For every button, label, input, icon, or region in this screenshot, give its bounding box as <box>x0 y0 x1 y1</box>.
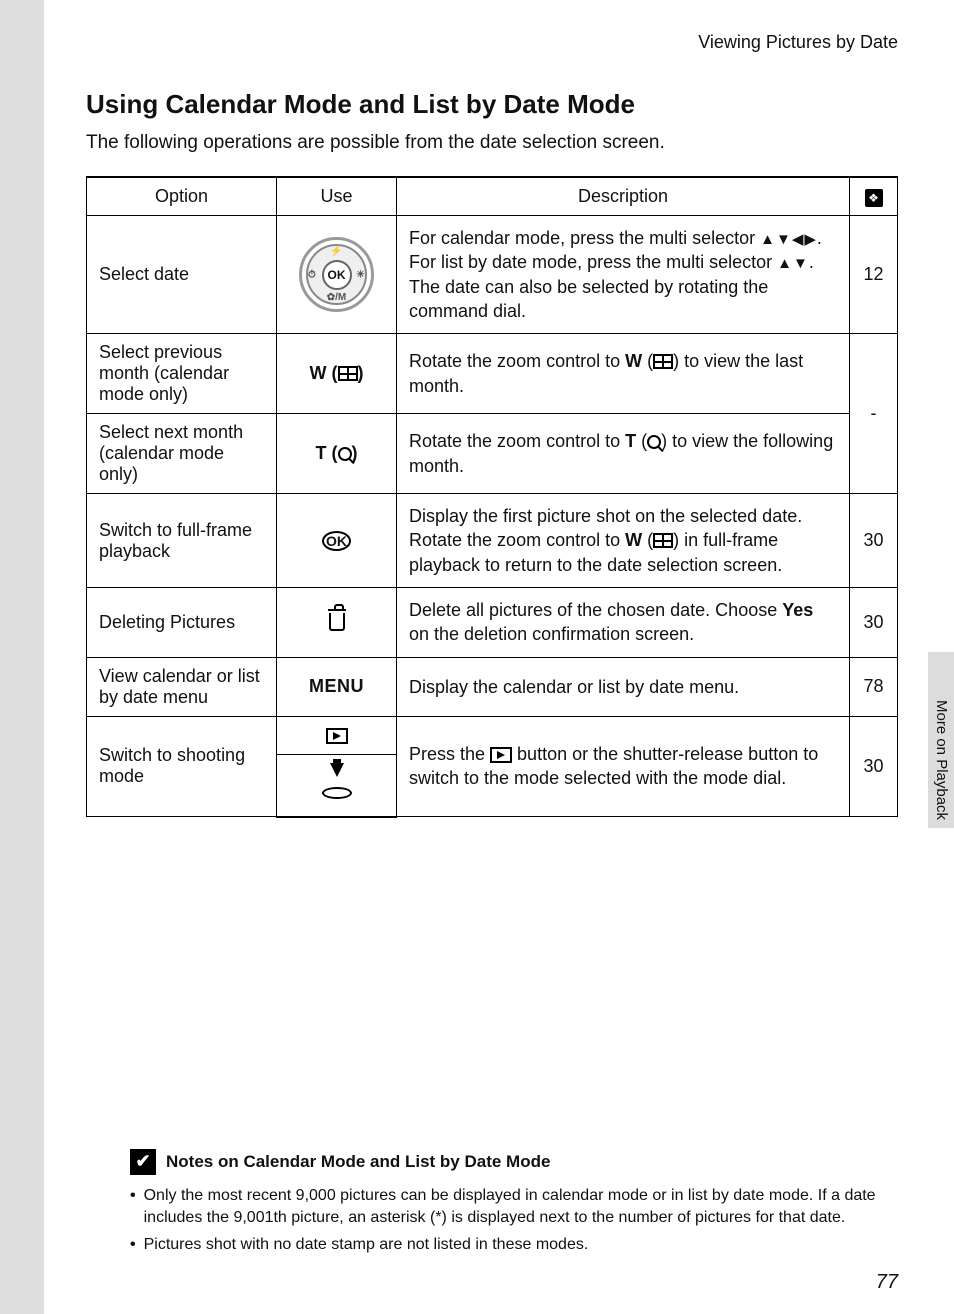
text: on the deletion confirmation screen. <box>409 624 694 644</box>
text: Rotate the zoom control to <box>409 351 625 371</box>
trash-icon <box>329 613 345 631</box>
cell-option: Select next month (calendar mode only) <box>87 414 277 494</box>
text: The date can also be selected by rotatin… <box>409 277 768 321</box>
cell-use: W () <box>277 334 397 414</box>
text: Delete all pictures of the chosen date. … <box>409 600 782 620</box>
playback-icon <box>490 747 512 763</box>
playback-icon <box>326 728 348 744</box>
table-row: Select next month (calendar mode only) T… <box>87 414 898 494</box>
text: ( <box>642 530 653 550</box>
intro-text: The following operations are possible fr… <box>86 132 898 154</box>
note-text: Pictures shot with no date stamp are not… <box>144 1234 589 1256</box>
note-text: Only the most recent 9,000 pictures can … <box>144 1185 920 1230</box>
cell-use: T () <box>277 414 397 494</box>
text: For calendar mode, press the multi selec… <box>409 228 760 248</box>
th-page: ❖ <box>850 177 898 216</box>
ok-button-icon: OK <box>322 260 352 290</box>
thumbnail-icon <box>653 533 673 548</box>
t-label: T <box>625 431 636 451</box>
cell-page: 12 <box>850 216 898 334</box>
text: ( <box>636 431 647 451</box>
cell-desc: For calendar mode, press the multi selec… <box>397 216 850 334</box>
thumbnail-icon <box>338 366 358 381</box>
notes-heading: ✔ Notes on Calendar Mode and List by Dat… <box>130 1149 920 1175</box>
cell-desc: Display the first picture shot on the se… <box>397 494 850 588</box>
cell-page: 30 <box>850 494 898 588</box>
table-row: Deleting Pictures Delete all pictures of… <box>87 588 898 658</box>
multi-selector-icon: ⚡✿/M⏱☀ OK <box>299 237 374 312</box>
cell-desc: Press the button or the shutter-release … <box>397 716 850 817</box>
w-label: W <box>310 363 327 383</box>
table-row: Select previous month (calendar mode onl… <box>87 334 898 414</box>
text: . <box>809 252 814 272</box>
manual-page: Viewing Pictures by Date Using Calendar … <box>44 0 954 1314</box>
text: Press the <box>409 744 490 764</box>
arrows-2way-icon: ▲▼ <box>777 255 809 272</box>
ok-button-icon: OK <box>322 531 351 551</box>
cell-use <box>277 588 397 658</box>
th-use: Use <box>277 177 397 216</box>
text: Rotate the zoom control to <box>409 530 625 550</box>
cell-use: ⚡✿/M⏱☀ OK <box>277 216 397 334</box>
page-ref-icon: ❖ <box>865 189 883 207</box>
arrows-4way-icon: ▲▼◀▶ <box>760 231 817 248</box>
yes-label: Yes <box>782 600 813 620</box>
w-label: W <box>625 351 642 371</box>
cell-desc: Display the calendar or list by date men… <box>397 657 850 716</box>
cell-page: 30 <box>850 588 898 658</box>
page-number: 77 <box>876 1271 898 1294</box>
magnify-icon <box>647 435 661 449</box>
thumbnail-icon <box>653 354 673 369</box>
cell-page: 30 <box>850 716 898 817</box>
cell-use: MENU <box>277 657 397 716</box>
notes-section: ✔ Notes on Calendar Mode and List by Dat… <box>130 1149 920 1260</box>
table-row: Switch to full-frame playback OK Display… <box>87 494 898 588</box>
cell-option: Switch to shooting mode <box>87 716 277 817</box>
text: Rotate the zoom control to <box>409 431 625 451</box>
th-description: Description <box>397 177 850 216</box>
table-row: Switch to shooting mode Press the button… <box>87 716 898 754</box>
cell-use <box>277 754 397 817</box>
text: . <box>817 228 822 248</box>
text: For list by date mode, press the multi s… <box>409 252 777 272</box>
cell-option: View calendar or list by date menu <box>87 657 277 716</box>
cell-option: Select previous month (calendar mode onl… <box>87 334 277 414</box>
cell-option: Deleting Pictures <box>87 588 277 658</box>
t-label: T <box>316 443 327 463</box>
section-header: Viewing Pictures by Date <box>86 32 898 53</box>
page-title: Using Calendar Mode and List by Date Mod… <box>86 89 898 120</box>
table-row: View calendar or list by date menu MENU … <box>87 657 898 716</box>
cell-page: 78 <box>850 657 898 716</box>
w-label: W <box>625 530 642 550</box>
cell-desc: Rotate the zoom control to T () to view … <box>397 414 850 494</box>
note-item: Pictures shot with no date stamp are not… <box>130 1234 920 1256</box>
cell-page: - <box>850 334 898 494</box>
cell-option: Select date <box>87 216 277 334</box>
table-row: Select date ⚡✿/M⏱☀ OK For calendar mode,… <box>87 216 898 334</box>
checkmark-icon: ✔ <box>130 1149 156 1175</box>
operations-table: Option Use Description ❖ Select date ⚡✿/… <box>86 176 898 818</box>
sidebar-label: More on Playback <box>933 700 950 820</box>
shutter-icon <box>317 763 357 803</box>
cell-desc: Delete all pictures of the chosen date. … <box>397 588 850 658</box>
table-header-row: Option Use Description ❖ <box>87 177 898 216</box>
cell-desc: Rotate the zoom control to W () to view … <box>397 334 850 414</box>
cell-use: OK <box>277 494 397 588</box>
text: ( <box>642 351 653 371</box>
notes-title-text: Notes on Calendar Mode and List by Date … <box>166 1152 550 1172</box>
cell-option: Switch to full-frame playback <box>87 494 277 588</box>
magnify-icon <box>338 447 352 461</box>
text: Display the first picture shot on the se… <box>409 506 802 526</box>
note-item: Only the most recent 9,000 pictures can … <box>130 1185 920 1230</box>
cell-use <box>277 716 397 754</box>
th-option: Option <box>87 177 277 216</box>
